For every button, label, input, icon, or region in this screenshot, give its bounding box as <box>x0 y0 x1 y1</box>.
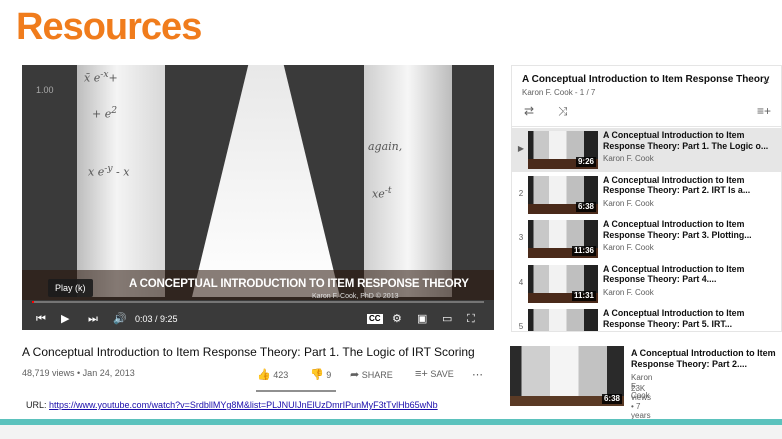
playlist-item-thumbnail[interactable]: 6:38 <box>528 175 598 214</box>
shuffle-icon[interactable]: ⤨ <box>558 104 568 119</box>
fullscreen-icon[interactable]: ⛶ <box>467 309 475 329</box>
next-video-duration: 6:38 <box>601 394 622 404</box>
playlist-item-thumbnail[interactable] <box>528 309 598 331</box>
share-icon: ➦ <box>350 369 360 381</box>
thumbs-down-icon: 👎 <box>310 369 324 381</box>
url-link[interactable]: https://www.youtube.com/watch?v=SrdbllMY… <box>49 400 438 410</box>
playlist-item-duration: 11:36 <box>571 246 596 256</box>
dislike-count: 9 <box>326 370 332 380</box>
video-scroll-right <box>364 65 452 297</box>
like-button[interactable]: 👍 423 <box>257 368 288 381</box>
player-controls: ⏮ ▶ ⏭ 🔊 0:03 / 9:25 CC ⚙ ▣ ▭ ⛶ <box>22 309 494 330</box>
play-tooltip: Play (k) <box>48 279 93 297</box>
playlist-item-duration: 6:38 <box>575 201 596 212</box>
video-banner-subtitle: Karon F. Cook, PhD © 2013 <box>312 293 399 300</box>
play-icon[interactable]: ▶ <box>61 309 69 329</box>
playlist-item[interactable]: 2 6:38 A Conceptual Introduction to Item R… <box>512 173 781 217</box>
video-math-graphic: + e2 <box>92 105 118 121</box>
video-math-graphic: x e-y - x <box>88 163 130 179</box>
url-line: URL: https://www.youtube.com/watch?v=Srd… <box>26 400 438 410</box>
playlist-item[interactable]: 3 11:36 A Conceptual Introduction to Item … <box>512 217 781 261</box>
next-icon[interactable]: ⏭ <box>88 309 98 329</box>
theater-icon[interactable]: ▭ <box>442 309 452 329</box>
playlist-item[interactable]: ▶ 9:26 A Conceptual Introduction to Item R… <box>512 128 781 172</box>
playlist-item-title[interactable]: A Conceptual Introduction to Item Respon… <box>603 219 779 240</box>
url-label: URL: <box>26 400 50 410</box>
playlist-item-title[interactable]: A Conceptual Introduction to Item Respon… <box>603 308 779 329</box>
share-button[interactable]: ➦ SHARE <box>350 368 393 381</box>
video-math-graphic: x̄ e-x+ <box>84 69 118 85</box>
playlist-item-title[interactable]: A Conceptual Introduction to Item Respon… <box>603 130 779 151</box>
loop-icon[interactable]: ⇄ <box>524 104 534 118</box>
dislike-button[interactable]: 👎 9 <box>310 368 331 381</box>
collapse-icon[interactable]: ⌃ <box>761 78 771 92</box>
playlist-panel: A Conceptual Introduction to Item Respon… <box>511 65 782 332</box>
share-label: SHARE <box>361 370 393 380</box>
playlist-item-index: 5 <box>518 322 524 331</box>
video-scroll-left <box>77 65 165 297</box>
like-ratio-bar <box>256 390 336 392</box>
progress-fill <box>32 301 35 303</box>
playlist-item-thumbnail[interactable]: 9:26 <box>528 131 598 169</box>
playlist-item-title[interactable]: A Conceptual Introduction to Item Respon… <box>603 264 779 285</box>
time-display: 0:03 / 9:25 <box>135 314 178 324</box>
video-meta: 48,719 views • Jan 24, 2013 <box>22 368 135 378</box>
miniplayer-icon[interactable]: ▣ <box>417 309 427 329</box>
video-title: A Conceptual Introduction to Item Respon… <box>22 345 475 359</box>
playlist-item-author: Karon F. Cook <box>603 243 654 252</box>
progress-bar[interactable] <box>32 301 484 303</box>
video-banner-title: A CONCEPTUAL INTRODUCTION TO ITEM RESPON… <box>129 278 469 290</box>
more-icon[interactable]: ⋯ <box>472 368 483 381</box>
video-watermark: 1.00 <box>36 85 54 95</box>
playlist-title[interactable]: A Conceptual Introduction to Item Respon… <box>522 74 769 85</box>
save-button[interactable]: ≡+ SAVE <box>415 368 454 380</box>
playlist-item-author: Karon F. Cook <box>603 287 654 297</box>
playlist-item-index: 4 <box>518 277 524 287</box>
thumbs-up-icon: 👍 <box>257 369 271 381</box>
save-icon: ≡+ <box>415 368 428 380</box>
playlist-item[interactable]: 5 A Conceptual Introduction to Item Respo… <box>512 306 781 331</box>
playlist-item-thumbnail[interactable]: 11:36 <box>528 220 598 258</box>
footer-bar <box>0 425 782 439</box>
playlist-item-index: 3 <box>518 233 524 242</box>
playlist-subtitle: Karon F. Cook - 1 / 7 <box>522 88 596 97</box>
video-math-graphic: xe-t <box>372 185 392 201</box>
video-ruler <box>192 65 340 297</box>
playlist-item-author: Karon F. Cook <box>603 198 654 208</box>
prev-icon[interactable]: ⏮ <box>36 309 46 329</box>
playlist-item-index: 2 <box>518 188 524 198</box>
playlist-item-title[interactable]: A Conceptual Introduction to Item Respon… <box>603 175 779 196</box>
slide-title: Resources <box>16 6 202 48</box>
playlist-item-index: ▶ <box>517 144 525 153</box>
video-player[interactable]: x̄ e-x+ + e2 x e-y - x xe-t again, 1.00 … <box>22 65 494 330</box>
like-count: 423 <box>273 370 289 380</box>
playlist-item-author: Karon F. Cook <box>603 154 654 163</box>
playlist-item[interactable]: 4 11:31 A Conceptual Introduction to Item … <box>512 262 781 306</box>
next-video-thumbnail[interactable]: 6:38 <box>510 346 624 406</box>
playlist-item-thumbnail[interactable]: 11:31 <box>528 264 598 303</box>
save-label: SAVE <box>430 369 454 379</box>
playlist-item-duration: 9:26 <box>575 157 596 167</box>
save-playlist-icon[interactable]: ≡+ <box>757 104 771 118</box>
volume-icon[interactable]: 🔊 <box>113 309 127 329</box>
cc-icon[interactable]: CC <box>367 314 383 324</box>
video-math-graphic: again, <box>368 140 403 153</box>
playlist-header: A Conceptual Introduction to Item Respon… <box>512 66 781 127</box>
settings-icon[interactable]: ⚙ <box>392 309 402 329</box>
video-frame[interactable]: x̄ e-x+ + e2 x e-y - x xe-t again, 1.00 … <box>22 65 494 330</box>
next-video-title[interactable]: A Conceptual Introduction to Item Respon… <box>631 348 781 370</box>
playlist-item-duration: 11:31 <box>571 290 596 301</box>
